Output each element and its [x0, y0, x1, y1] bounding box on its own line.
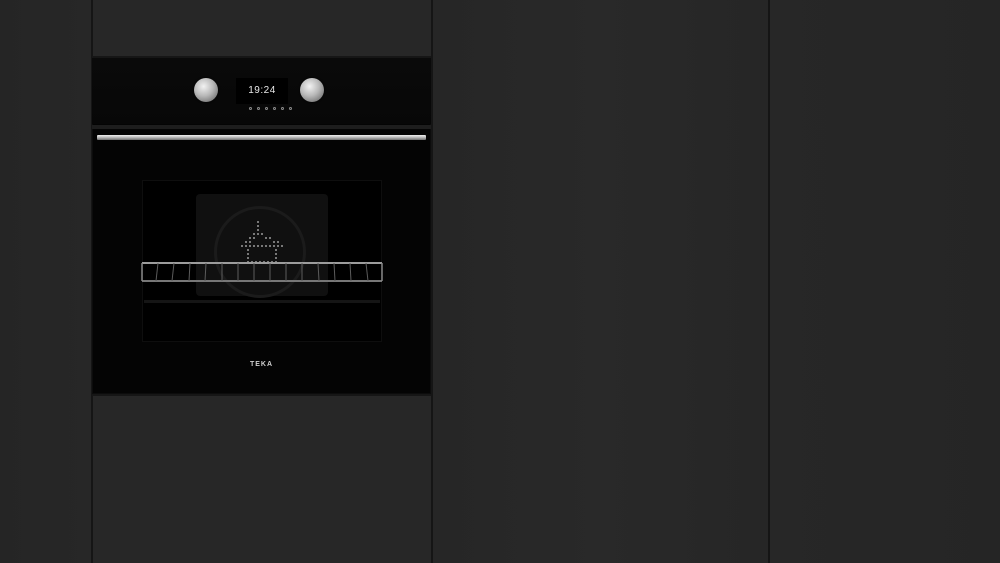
built-in-oven: 19:24 TEKA: [92, 58, 431, 394]
indicator-dot[interactable]: [281, 107, 284, 110]
cabinet-panel-middle: [433, 0, 768, 563]
brand-logo: TEKA: [249, 361, 274, 368]
cabinet-panel-left: [0, 0, 91, 563]
cabinet-seam-bottom: [92, 394, 431, 396]
left-control-knob[interactable]: [194, 78, 218, 102]
cabinet-seam: [768, 0, 770, 563]
cabinet-seam: [431, 0, 433, 563]
indicator-dot[interactable]: [249, 107, 252, 110]
clock-display: 19:24: [236, 78, 288, 104]
vent-strip: [92, 125, 431, 129]
indicator-lights: [249, 107, 292, 110]
indicator-dot[interactable]: [273, 107, 276, 110]
indicator-dot[interactable]: [265, 107, 268, 110]
cabinet-panel-right: [770, 0, 1000, 563]
indicator-dot[interactable]: [289, 107, 292, 110]
door-handle[interactable]: [97, 135, 426, 140]
control-panel: 19:24: [92, 58, 431, 124]
right-control-knob[interactable]: [300, 78, 324, 102]
indicator-dot[interactable]: [257, 107, 260, 110]
wire-rack: [141, 262, 383, 282]
baking-tray: [144, 300, 380, 303]
